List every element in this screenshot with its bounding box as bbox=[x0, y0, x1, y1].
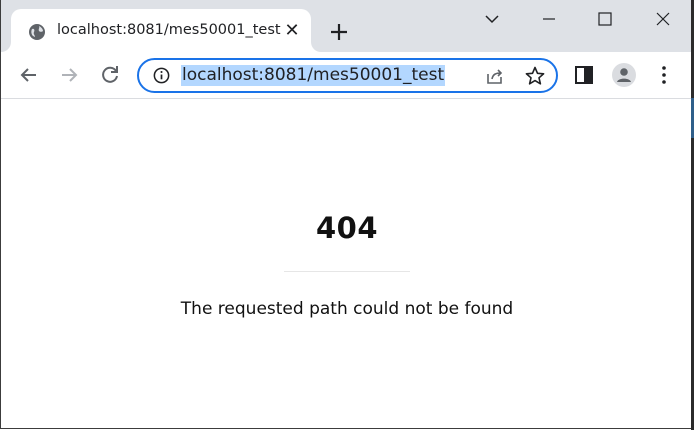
tab-title: localhost:8081/mes50001_test bbox=[57, 22, 281, 38]
address-bar[interactable]: localhost:8081/mes50001_test bbox=[137, 58, 558, 93]
error-message: The requested path could not be found bbox=[180, 299, 514, 319]
arrow-left-icon[interactable] bbox=[17, 63, 41, 87]
browser-window: localhost:8081/mes50001_test ✕ localhost… bbox=[0, 0, 694, 429]
kebab-menu-icon[interactable] bbox=[652, 63, 676, 87]
info-icon[interactable] bbox=[152, 66, 171, 85]
share-icon[interactable] bbox=[484, 65, 506, 87]
reload-icon[interactable] bbox=[98, 63, 122, 87]
page-content: 404 The requested path could not be foun… bbox=[1, 99, 693, 428]
browser-tab[interactable]: localhost:8081/mes50001_test ✕ bbox=[11, 9, 311, 52]
star-icon[interactable] bbox=[524, 65, 546, 87]
profile-icon[interactable] bbox=[612, 63, 636, 87]
maximize-icon[interactable] bbox=[593, 10, 617, 30]
error-status-code: 404 bbox=[315, 211, 379, 245]
tab-close-button[interactable]: ✕ bbox=[283, 22, 301, 40]
chevron-down-icon[interactable] bbox=[480, 10, 504, 30]
side-panel-icon[interactable] bbox=[572, 63, 596, 87]
browser-toolbar: localhost:8081/mes50001_test bbox=[1, 52, 693, 99]
globe-icon bbox=[29, 24, 45, 40]
plus-icon[interactable] bbox=[327, 20, 351, 44]
close-icon[interactable] bbox=[651, 10, 675, 30]
arrow-right-icon[interactable] bbox=[57, 63, 81, 87]
address-bar-url[interactable]: localhost:8081/mes50001_test bbox=[181, 65, 446, 86]
divider bbox=[284, 271, 410, 272]
tab-strip: localhost:8081/mes50001_test ✕ bbox=[1, 0, 693, 52]
minimize-icon[interactable] bbox=[537, 10, 561, 30]
